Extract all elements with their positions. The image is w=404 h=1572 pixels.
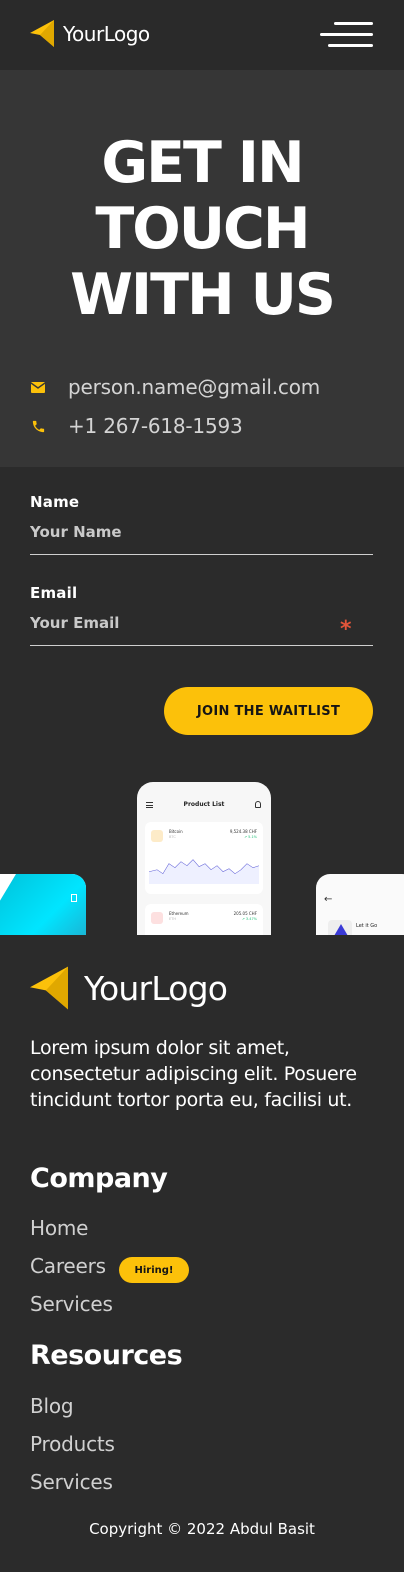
email-field[interactable] <box>30 608 373 646</box>
page-title-line: TOUCH <box>95 196 310 262</box>
contact-phone[interactable]: +1 267-618-1593 <box>68 414 243 438</box>
site-footer: YourLogo Lorem ipsum dolor sit amet, con… <box>0 935 404 1572</box>
footer-link-home[interactable]: Home <box>30 1216 88 1240</box>
hiring-badge: Hiring! <box>119 1257 189 1283</box>
coin-change: ↗ 3.47% <box>241 917 257 921</box>
page-title-line: WITH US <box>70 262 336 328</box>
phone-icon <box>30 418 46 434</box>
coin-price: 9,524.38 CHF <box>229 829 257 834</box>
logo-mark-icon <box>30 966 68 1010</box>
waitlist-form: Name Email * JOIN THE WAITLIST Product L… <box>0 467 404 935</box>
footer-link-blog[interactable]: Blog <box>30 1394 74 1418</box>
footer-tagline: Lorem ipsum dolor sit amet, consectetur … <box>30 1037 357 1111</box>
email-label: Email <box>30 584 78 602</box>
required-asterisk: * <box>340 617 352 642</box>
page-title-line: GET IN <box>101 130 304 196</box>
footer-link-services[interactable]: Services <box>30 1292 113 1316</box>
copyright-text: Copyright © 2022 Abdul Basit <box>89 1520 315 1538</box>
coin-symbol: BTC <box>169 835 176 839</box>
name-label: Name <box>30 493 80 511</box>
footer-link-products[interactable]: Products <box>30 1432 115 1456</box>
phone-mockup-center: Product List Bitcoin BTC 9,524.38 CHF ↗ … <box>137 782 271 935</box>
song-title: Let it Go <box>356 923 378 929</box>
hamburger-menu-icon[interactable] <box>320 22 373 48</box>
mockup-title: Product List <box>183 801 225 808</box>
coin-card: Bitcoin BTC 9,524.38 CHF ↗ 5.1% <box>145 822 263 894</box>
bitcoin-icon <box>151 830 163 842</box>
brand-name: YourLogo <box>63 21 150 46</box>
footer-link-services[interactable]: Services <box>30 1470 113 1494</box>
name-field[interactable] <box>30 517 373 555</box>
ethereum-icon <box>151 912 163 924</box>
coin-price: 205.05 CHF <box>233 911 257 916</box>
phone-mockup-left <box>0 874 86 935</box>
coin-change: ↗ 5.1% <box>244 835 257 839</box>
logo-mark-icon <box>30 20 54 47</box>
footer-company-heading: Company <box>30 1163 168 1194</box>
phone-mockup-right: ← Let it Go <box>316 874 404 935</box>
coin-symbol: ETH <box>169 917 176 921</box>
coin-name: Ethereum <box>169 911 189 916</box>
price-sparkline <box>149 859 259 884</box>
contact-hero: GET IN TOUCH WITH US person.name@gmail.c… <box>0 70 404 467</box>
contact-email[interactable]: person.name@gmail.com <box>68 375 320 399</box>
brand-logo[interactable]: YourLogo <box>30 20 150 47</box>
back-arrow-icon: ← <box>324 894 333 905</box>
footer-resources-heading: Resources <box>30 1340 183 1371</box>
footer-brand-name: YourLogo <box>84 968 228 1008</box>
contact-phone-row: +1 267-618-1593 <box>30 414 243 438</box>
contact-email-row: person.name@gmail.com <box>30 375 320 399</box>
page-title: GET IN TOUCH WITH US <box>0 130 404 328</box>
triangle-icon <box>334 924 348 935</box>
footer-logo[interactable]: YourLogo <box>30 966 228 1010</box>
top-navbar: YourLogo <box>0 0 404 70</box>
envelope-icon <box>30 379 46 395</box>
coin-card: Ethereum ETH 205.05 CHF ↗ 3.47% <box>145 904 263 935</box>
bookmark-icon <box>71 894 77 902</box>
user-icon <box>255 801 261 808</box>
join-waitlist-button[interactable]: JOIN THE WAITLIST <box>164 687 373 735</box>
coin-name: Bitcoin <box>169 829 183 834</box>
footer-link-careers[interactable]: Careers <box>30 1254 106 1278</box>
